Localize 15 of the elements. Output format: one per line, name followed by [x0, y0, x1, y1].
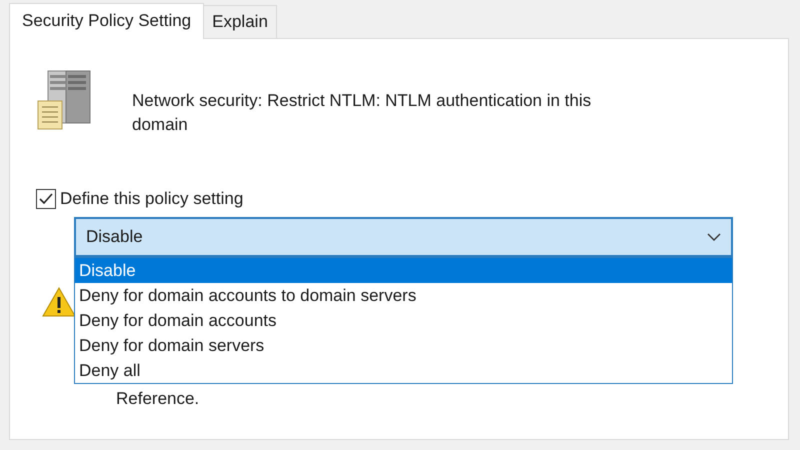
tab[interactable]: Explain — [203, 5, 277, 38]
checkbox-label: Define this policy setting — [60, 189, 244, 209]
checkmark-icon — [38, 191, 54, 207]
chevron-down-icon — [707, 233, 721, 241]
dropdown-option[interactable]: Deny for domain servers — [75, 333, 732, 358]
dropdown-option[interactable]: Deny for domain accounts to domain servers — [75, 283, 732, 308]
checkbox[interactable] — [36, 189, 56, 209]
dropdown-option[interactable]: Disable — [75, 258, 732, 283]
tab[interactable]: Security Policy Setting — [9, 3, 204, 39]
warning-icon — [42, 287, 76, 317]
dropdown-option[interactable]: Deny for domain accounts — [75, 308, 732, 333]
dropdown-option[interactable]: Deny all — [75, 358, 732, 383]
dropdown[interactable]: Disable — [74, 217, 733, 257]
warning-text: Reference. — [116, 389, 200, 409]
policy-description: Network security: Restrict NTLM: NTLM authentication in this domain — [132, 90, 592, 136]
